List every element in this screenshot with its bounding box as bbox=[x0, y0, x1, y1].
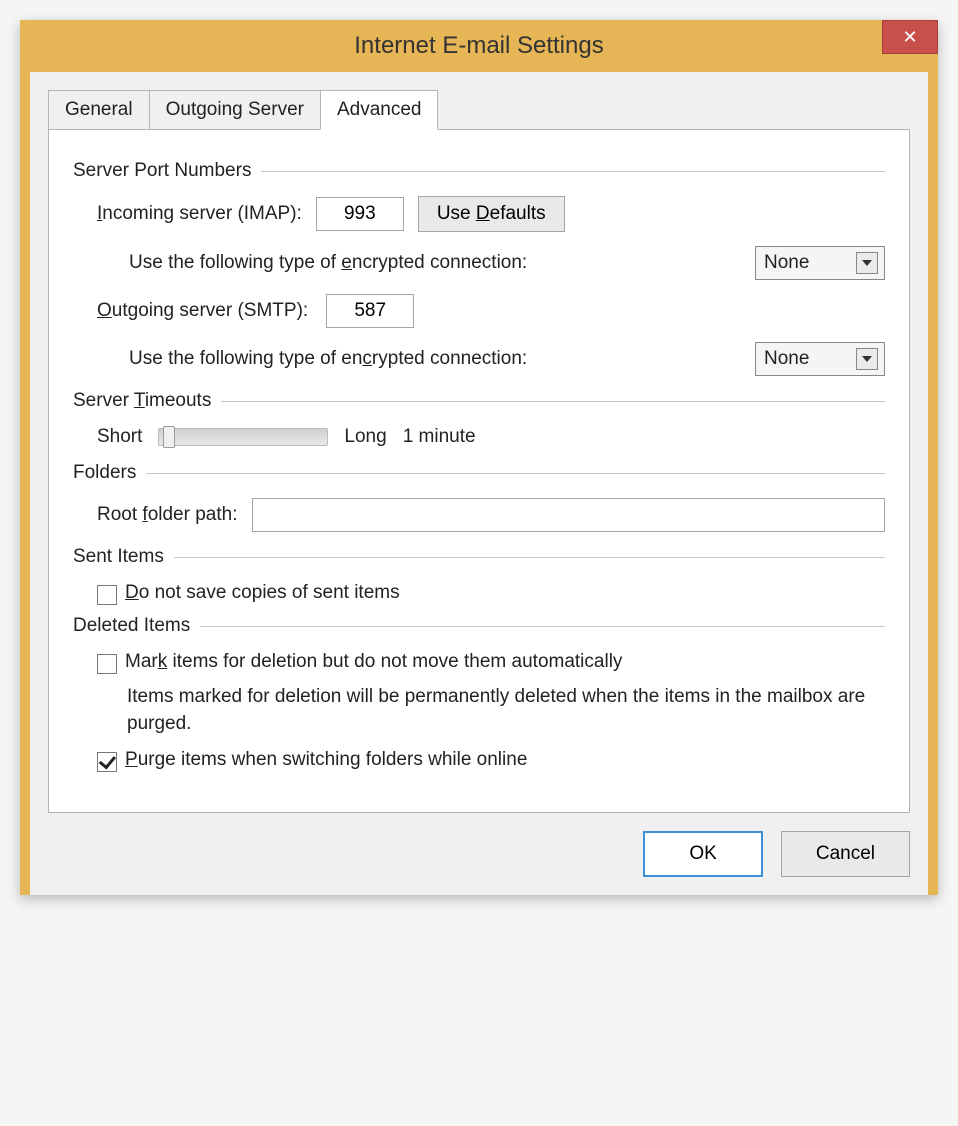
row-outgoing-server: Outgoing server (SMTP): bbox=[97, 294, 885, 328]
group-label: Folders bbox=[73, 462, 136, 484]
mark-for-deletion-label: Mark items for deletion but do not move … bbox=[125, 651, 622, 673]
cancel-button[interactable]: Cancel bbox=[781, 831, 910, 877]
outgoing-server-label: Outgoing server (SMTP): bbox=[97, 300, 308, 322]
group-deleted-items: Deleted Items bbox=[73, 615, 885, 637]
incoming-port-input[interactable] bbox=[316, 197, 404, 231]
group-server-port-numbers: Server Port Numbers bbox=[73, 160, 885, 182]
purge-items-checkbox[interactable] bbox=[97, 752, 117, 772]
group-label: Deleted Items bbox=[73, 615, 190, 637]
timeout-short-label: Short bbox=[97, 426, 142, 448]
mark-for-deletion-checkbox[interactable] bbox=[97, 654, 117, 674]
row-mark-for-deletion: Mark items for deletion but do not move … bbox=[97, 651, 885, 674]
row-incoming-encryption: Use the following type of encrypted conn… bbox=[129, 246, 885, 280]
purge-items-label: Purge items when switching folders while… bbox=[125, 749, 527, 771]
divider bbox=[200, 626, 885, 627]
row-root-folder: Root folder path: bbox=[97, 498, 885, 532]
dialog-body: General Outgoing Server Advanced Server … bbox=[30, 72, 928, 895]
dialog-button-bar: OK Cancel bbox=[48, 831, 910, 877]
group-label: Server Timeouts bbox=[73, 390, 211, 412]
tab-outgoing-server[interactable]: Outgoing Server bbox=[149, 90, 321, 130]
chevron-down-icon bbox=[856, 348, 878, 370]
encryption-label: Use the following type of encrypted conn… bbox=[129, 252, 527, 274]
row-purge-items: Purge items when switching folders while… bbox=[97, 749, 885, 772]
group-label: Server Port Numbers bbox=[73, 160, 251, 182]
timeout-value: 1 minute bbox=[403, 426, 476, 448]
dialog-title: Internet E-mail Settings bbox=[354, 32, 603, 60]
slider-thumb[interactable] bbox=[163, 426, 175, 448]
timeout-slider[interactable] bbox=[158, 428, 328, 446]
root-folder-input[interactable] bbox=[252, 498, 886, 532]
tab-general[interactable]: General bbox=[48, 90, 150, 130]
close-button[interactable]: ✕ bbox=[882, 20, 938, 54]
dropdown-value: None bbox=[764, 348, 809, 370]
encryption-label: Use the following type of encrypted conn… bbox=[129, 348, 527, 370]
root-folder-label: Root folder path: bbox=[97, 504, 238, 526]
tab-bar: General Outgoing Server Advanced bbox=[48, 90, 910, 130]
close-icon: ✕ bbox=[902, 27, 917, 48]
dont-save-sent-checkbox[interactable] bbox=[97, 585, 117, 605]
dialog-window: Internet E-mail Settings ✕ General Outgo… bbox=[20, 20, 938, 895]
dropdown-value: None bbox=[764, 252, 809, 274]
chevron-down-icon bbox=[856, 252, 878, 274]
incoming-encryption-dropdown[interactable]: None bbox=[755, 246, 885, 280]
titlebar: Internet E-mail Settings ✕ bbox=[20, 20, 938, 72]
group-sent-items: Sent Items bbox=[73, 546, 885, 568]
mark-for-deletion-helper: Items marked for deletion will be perman… bbox=[127, 684, 885, 737]
divider bbox=[146, 473, 885, 474]
use-defaults-button[interactable]: Use Defaults bbox=[418, 196, 565, 232]
row-dont-save-sent: Do not save copies of sent items bbox=[97, 582, 885, 605]
divider bbox=[174, 557, 885, 558]
group-folders: Folders bbox=[73, 462, 885, 484]
outgoing-port-input[interactable] bbox=[326, 294, 414, 328]
outgoing-encryption-dropdown[interactable]: None bbox=[755, 342, 885, 376]
group-label: Sent Items bbox=[73, 546, 164, 568]
row-incoming-server: Incoming server (IMAP): Use Defaults bbox=[97, 196, 885, 232]
tab-panel-advanced: Server Port Numbers Incoming server (IMA… bbox=[48, 129, 910, 813]
divider bbox=[221, 401, 885, 402]
row-timeout-slider: Short Long 1 minute bbox=[97, 426, 885, 448]
timeout-long-label: Long bbox=[344, 426, 386, 448]
row-outgoing-encryption: Use the following type of encrypted conn… bbox=[129, 342, 885, 376]
divider bbox=[261, 171, 885, 172]
tab-advanced[interactable]: Advanced bbox=[320, 90, 439, 130]
dont-save-sent-label: Do not save copies of sent items bbox=[125, 582, 400, 604]
group-server-timeouts: Server Timeouts bbox=[73, 390, 885, 412]
incoming-server-label: Incoming server (IMAP): bbox=[97, 203, 302, 225]
ok-button[interactable]: OK bbox=[643, 831, 762, 877]
